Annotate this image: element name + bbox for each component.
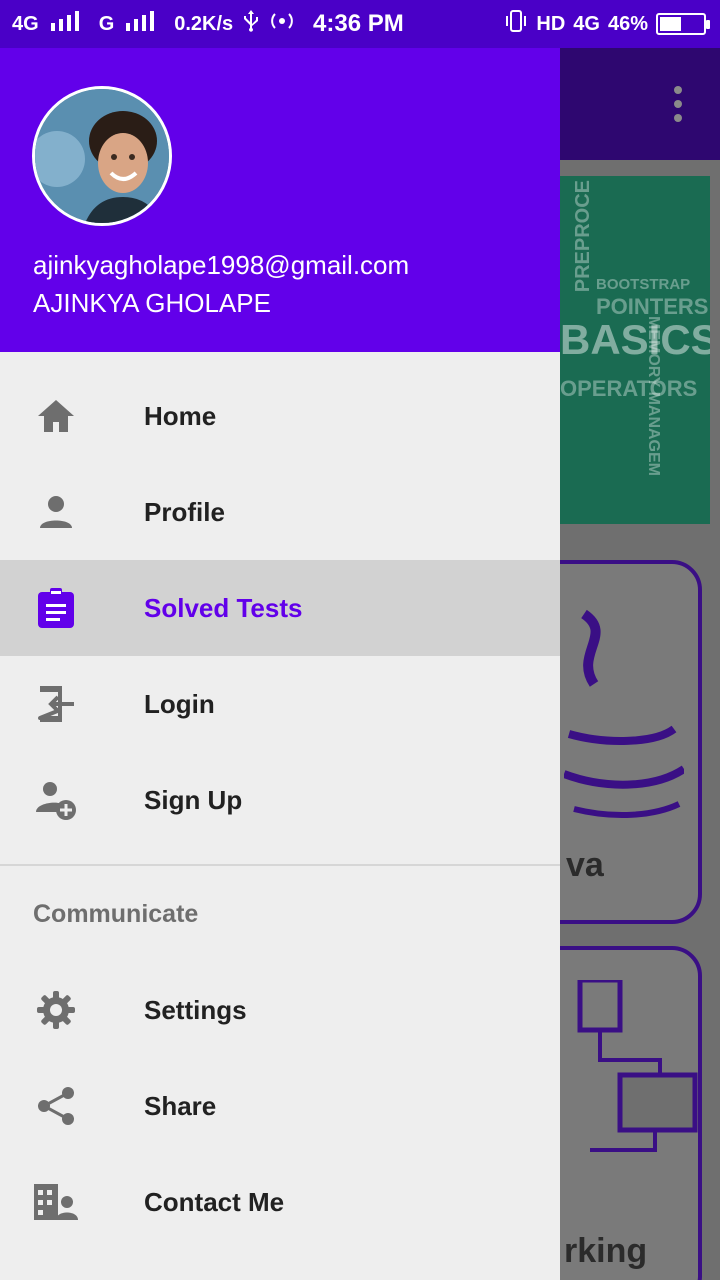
hd-label: HD [536, 12, 566, 35]
banner-word: PREPROCE [572, 180, 594, 293]
java-logo-icon [562, 594, 687, 829]
menu-item-solved-tests[interactable]: Solved Tests [0, 560, 560, 656]
clock: 4:36 PM [313, 10, 404, 37]
menu-item-label: Solved Tests [144, 592, 303, 623]
overflow-menu-icon[interactable] [674, 86, 682, 122]
menu-item-label: Share [144, 1090, 217, 1121]
home-icon [34, 396, 78, 436]
networking-course-card[interactable]: rking [560, 946, 702, 1280]
network-4g-right-label: 4G [573, 12, 600, 35]
menu-item-sign-up[interactable]: Sign Up [0, 752, 560, 848]
menu-item-label: Sign Up [144, 784, 243, 815]
avatar[interactable] [32, 86, 172, 226]
menu-divider [0, 864, 560, 866]
person-icon [34, 492, 78, 532]
gear-icon [34, 990, 78, 1030]
user-name: AJINKYA GHOLAPE [33, 288, 271, 318]
status-bar: 4G G 0.2K/s 4:36 PM HD 4G 46% [0, 0, 720, 48]
menu-item-label: Contact Me [144, 1186, 285, 1217]
banner-word: MEMORY MANAGEM [645, 316, 662, 476]
clipboard-icon [34, 588, 78, 628]
menu-item-label: Login [144, 688, 215, 719]
status-right: HD 4G 46% [504, 10, 710, 38]
status-left: 4G G 0.2K/s [12, 10, 295, 38]
navigation-drawer: ajinkyagholape1998@gmail.com AJINKYA GHO… [0, 48, 560, 1280]
contact-icon [34, 1182, 78, 1222]
add-user-icon [34, 780, 78, 820]
java-card-label: va [566, 846, 604, 884]
banner-word: BASICS [560, 316, 710, 363]
banner-word: OPERATORS [560, 376, 698, 401]
signal-2-icon [124, 11, 164, 37]
share-icon [34, 1086, 78, 1126]
hotspot-icon [269, 10, 295, 38]
network-4g-label: 4G [12, 12, 39, 35]
main-screen-scrim[interactable]: PREPROCE BOOTSTRAP POINTERS BASICS OPERA… [560, 48, 720, 1280]
menu-item-contact-me[interactable]: Contact Me [0, 1154, 560, 1250]
banner-image: PREPROCE BOOTSTRAP POINTERS BASICS OPERA… [560, 176, 710, 524]
signal-icon [49, 11, 89, 37]
menu-item-label: Home [144, 400, 217, 431]
usb-icon [243, 10, 259, 38]
drawer-menu: Home Profile Solved Tests Login Sign Up [0, 368, 560, 1220]
computer-icon [570, 977, 700, 1185]
user-email: ajinkyagholape1998@gmail.com [33, 250, 410, 280]
drawer-header: ajinkyagholape1998@gmail.com AJINKYA GHO… [0, 48, 560, 352]
battery-icon [656, 13, 710, 35]
main-toolbar [560, 48, 720, 160]
menu-item-login[interactable]: Login [0, 656, 560, 752]
login-icon [34, 684, 78, 724]
battery-percent: 46% [607, 12, 648, 35]
network-speed: 0.2K/s [174, 12, 234, 35]
section-title: Communicate [33, 900, 199, 928]
menu-item-label: Profile [144, 496, 225, 527]
battery-fill [660, 17, 682, 31]
banner-word: BOOTSTRAP [596, 276, 691, 293]
menu-item-label: Settings [144, 994, 247, 1025]
vibrate-icon [504, 10, 528, 38]
network-g-label: G [98, 12, 115, 35]
java-course-card[interactable]: va [560, 560, 702, 924]
menu-item-settings[interactable]: Settings [0, 962, 560, 1058]
networking-card-label: rking [564, 1232, 648, 1270]
menu-item-profile[interactable]: Profile [0, 464, 560, 560]
menu-item-share[interactable]: Share [0, 1058, 560, 1154]
menu-item-home[interactable]: Home [0, 368, 560, 464]
